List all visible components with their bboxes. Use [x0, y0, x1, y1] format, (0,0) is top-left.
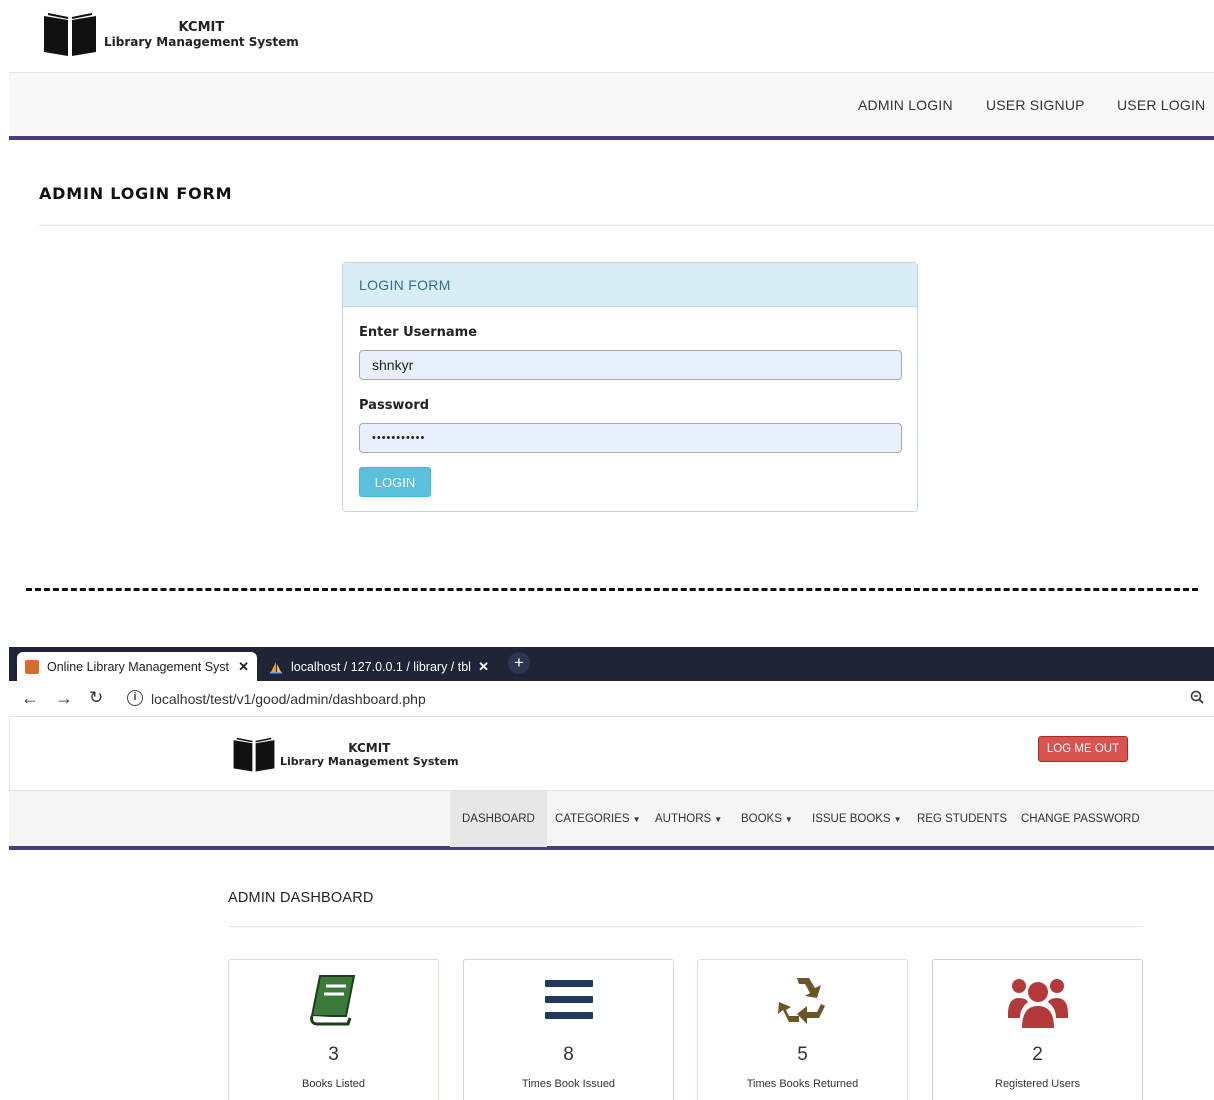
nav-admin-login[interactable]: ADMIN LOGIN: [858, 97, 953, 113]
favicon-icon: [25, 659, 39, 674]
username-label: Enter Username: [359, 325, 478, 340]
address-bar: ← → ↻ i localhost/test/v1/good/admin/das…: [9, 681, 1214, 717]
browser-tab-bar: Online Library Management Syst ✕ localho…: [9, 647, 1214, 681]
username-input[interactable]: [359, 350, 902, 380]
stat-value: 8: [563, 1044, 574, 1065]
stat-card-times-issued[interactable]: 8 Times Book Issued: [463, 959, 674, 1100]
forward-arrow-icon[interactable]: →: [55, 688, 73, 709]
brand-logo: KCMIT Library Management System: [232, 736, 459, 774]
nav-user-signup[interactable]: USER SIGNUP: [986, 97, 1085, 113]
reload-icon[interactable]: ↻: [89, 688, 103, 708]
separator-dashes: [26, 588, 1198, 591]
login-button[interactable]: LOGIN: [359, 467, 431, 497]
logout-button[interactable]: LOG ME OUT: [1038, 736, 1128, 762]
stat-label: Books Listed: [302, 1078, 365, 1090]
chevron-down-icon: ▼: [893, 815, 902, 824]
sailboat-favicon-icon: [270, 661, 282, 673]
bars-icon: [544, 980, 593, 1019]
info-icon[interactable]: i: [127, 690, 143, 706]
new-tab-button[interactable]: +: [508, 652, 530, 674]
tab-title: Online Library Management Syst: [47, 659, 230, 674]
nav-categories[interactable]: CATEGORIES ▼: [543, 791, 652, 847]
nav-books[interactable]: BOOKS ▼: [729, 791, 805, 847]
open-book-icon: [233, 737, 275, 772]
nav-dashboard[interactable]: DASHBOARD: [450, 791, 547, 847]
panel-heading: LOGIN FORM: [343, 263, 917, 307]
nav-issue-books[interactable]: ISSUE BOOKS ▼: [800, 791, 914, 847]
brand-subtitle: Library Management System: [104, 35, 299, 49]
book-icon: [309, 975, 355, 1026]
chevron-down-icon: ▼: [714, 815, 723, 824]
top-navbar: ADMIN LOGIN USER SIGNUP USER LOGIN: [9, 72, 1214, 140]
url-text[interactable]: localhost/test/v1/good/admin/dashboard.p…: [151, 691, 426, 707]
nav-reg-students[interactable]: REG STUDENTS: [905, 791, 1019, 847]
close-tab-icon[interactable]: ✕: [478, 659, 489, 675]
password-input[interactable]: [359, 423, 902, 453]
divider: [228, 926, 1143, 927]
nav-authors[interactable]: AUTHORS ▼: [643, 791, 734, 847]
stat-value: 2: [1032, 1044, 1043, 1065]
open-book-icon: [44, 13, 96, 56]
stat-label: Registered Users: [995, 1078, 1080, 1090]
stat-label: Times Book Issued: [521, 1078, 616, 1090]
close-tab-icon[interactable]: ✕: [238, 659, 249, 675]
zoom-icon[interactable]: [1190, 690, 1204, 704]
nav-user-login[interactable]: USER LOGIN: [1117, 97, 1205, 113]
divider: [39, 225, 1214, 226]
stat-card-times-returned[interactable]: 5 Times Books Returned: [697, 959, 908, 1100]
brand-name: KCMIT: [178, 20, 225, 35]
brand-name: KCMIT: [348, 741, 391, 755]
chevron-down-icon: ▼: [784, 815, 793, 824]
stat-card-books-listed[interactable]: 3 Books Listed: [228, 959, 439, 1100]
brand-logo: KCMIT Library Management System: [42, 12, 299, 58]
back-arrow-icon[interactable]: ←: [21, 688, 39, 709]
dashboard-navbar: DASHBOARD CATEGORIES ▼ AUTHORS ▼ BOOKS ▼ IS…: [9, 790, 1214, 850]
login-form-panel: LOGIN FORM Enter Username Password LOGIN: [342, 262, 918, 512]
password-label: Password: [359, 398, 430, 413]
stat-label: Times Books Returned: [746, 1078, 859, 1090]
tab-phpmyadmin[interactable]: localhost / 127.0.0.1 / library / tbl ✕: [261, 652, 497, 681]
recycle-icon: [777, 978, 825, 1024]
users-icon: [1007, 979, 1068, 1028]
dashboard-header: KCMIT Library Management System LOG ME O…: [9, 718, 1214, 790]
stat-value: 5: [797, 1044, 808, 1065]
tab-library-dashboard[interactable]: Online Library Management Syst ✕: [17, 652, 257, 681]
stat-card-registered-users[interactable]: 2 Registered Users: [932, 959, 1143, 1100]
stat-value: 3: [328, 1044, 339, 1065]
brand-subtitle: Library Management System: [280, 755, 459, 768]
nav-change-password[interactable]: CHANGE PASSWORD: [1009, 791, 1152, 847]
dashboard-title: ADMIN DASHBOARD: [228, 890, 374, 906]
chevron-down-icon: ▼: [632, 815, 641, 824]
tab-title: localhost / 127.0.0.1 / library / tbl: [291, 659, 471, 674]
page-title: ADMIN LOGIN FORM: [39, 184, 233, 203]
